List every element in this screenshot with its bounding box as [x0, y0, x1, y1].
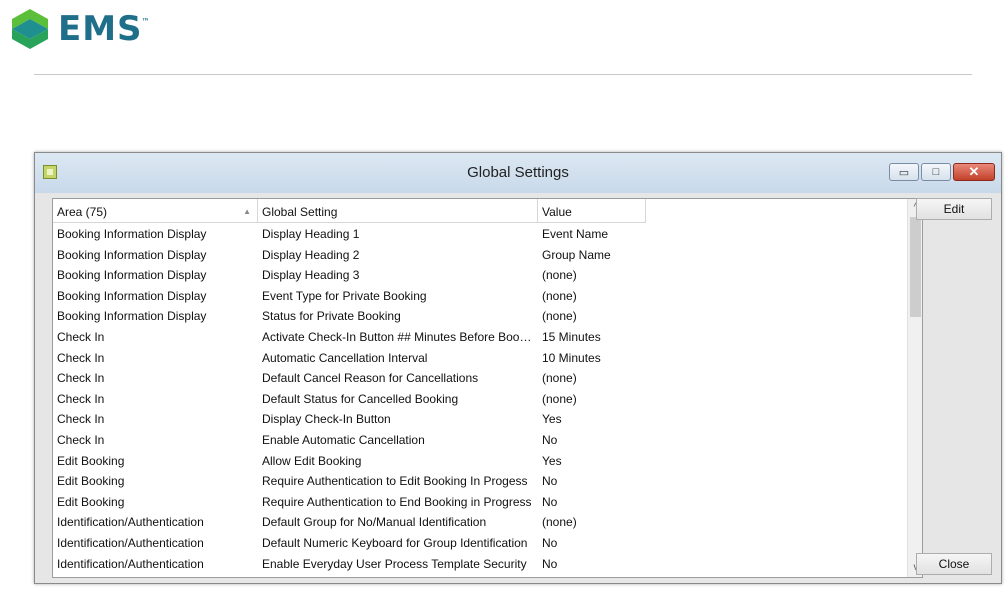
cell-area: Identification/Authentication	[57, 515, 204, 530]
column-header-area-label: Area (75)	[57, 205, 108, 219]
table-row[interactable]: Identification/Authentication Enable Ever…	[53, 553, 646, 574]
column-header-value[interactable]: Value	[538, 199, 646, 223]
cell-value: No	[542, 432, 558, 447]
window-title: Global Settings	[467, 164, 569, 181]
window-controls: ▭ □ ✕	[889, 163, 995, 181]
cell-value: Event Name	[542, 227, 609, 241]
cell-setting: Display Heading 2	[262, 247, 360, 262]
cell-setting: Default Numeric Keyboard for Group Ident…	[262, 535, 528, 550]
cell-area: Check In	[57, 329, 105, 344]
cell-area: Check In	[57, 432, 105, 447]
cell-area: Edit Booking	[57, 494, 125, 509]
minimize-button[interactable]: ▭	[889, 163, 919, 181]
cell-setting: Enable Everyday User Process Template Se…	[262, 556, 527, 571]
cell-setting: Require Authentication to End Booking in…	[262, 494, 532, 509]
table-row[interactable]: Check In Default Cancel Reason for Cancel…	[53, 367, 646, 388]
cell-setting: Default Status for Cancelled Booking	[262, 391, 459, 406]
sort-ascending-icon: ▲	[243, 207, 251, 216]
table-row[interactable]: Check In Activate Check-In Button ## Minu…	[53, 326, 646, 347]
table-row[interactable]: Booking Information Display Display Headi…	[53, 264, 646, 285]
cell-area: Booking Information Display	[57, 247, 207, 262]
table-row[interactable]: Check In Display Check-In Button Yes	[53, 408, 646, 429]
cell-value: Yes	[542, 412, 562, 427]
table-row[interactable]: Check In Automatic Cancellation Interval 1…	[53, 347, 646, 368]
table-row[interactable]: Booking Information Display Status for Pr…	[53, 305, 646, 326]
cell-setting: Allow Edit Booking	[262, 453, 362, 468]
table-row[interactable]: Edit Booking Require Authentication to En…	[53, 491, 646, 512]
global-settings-window: Global Settings ▭ □ ✕ Area (75) ▲ Global…	[34, 152, 1002, 584]
table-row[interactable]: Booking Information Display Event Type fo…	[53, 285, 646, 306]
restore-button[interactable]: □	[921, 163, 951, 181]
cell-setting: Require Authentication to Edit Booking I…	[262, 474, 528, 489]
cell-area: Edit Booking	[57, 474, 125, 489]
table-row[interactable]: Check In Default Status for Cancelled Boo…	[53, 388, 646, 409]
cell-area: Check In	[57, 391, 105, 406]
trademark: ™	[141, 17, 151, 26]
scroll-thumb[interactable]	[910, 217, 921, 317]
grid-header: Area (75) ▲ Global Setting Value	[53, 199, 646, 223]
table-row[interactable]: Identification/Authentication Default Gro…	[53, 511, 646, 532]
cell-area: Identification/Authentication	[57, 535, 204, 550]
edit-button[interactable]: Edit	[916, 198, 992, 220]
cell-area: Booking Information Display	[57, 288, 207, 303]
cell-value: (none)	[542, 371, 577, 386]
cell-area: Check In	[57, 412, 105, 427]
cell-area: Check In	[57, 371, 105, 386]
cell-value: (none)	[542, 268, 577, 283]
cell-area: Edit Booking	[57, 453, 125, 468]
column-header-setting[interactable]: Global Setting	[258, 199, 538, 223]
cell-value: No	[542, 535, 558, 550]
cell-value: 10 Minutes	[542, 350, 601, 365]
ems-logo-icon	[12, 9, 48, 49]
cell-area: Booking Information Display	[57, 227, 207, 241]
settings-grid: Area (75) ▲ Global Setting Value Booking…	[52, 198, 923, 578]
cell-value: Yes	[542, 453, 562, 468]
cell-setting: Default Cancel Reason for Cancellations	[262, 371, 479, 386]
close-button[interactable]: Close	[916, 553, 992, 575]
page-divider	[34, 74, 972, 75]
cell-setting: Display Heading 1	[262, 227, 360, 241]
table-row[interactable]: Edit Booking Allow Edit Booking Yes	[53, 450, 646, 471]
cell-value: Group Name	[542, 247, 611, 262]
cell-value: (none)	[542, 288, 577, 303]
table-row[interactable]: Booking Information Display Display Headi…	[53, 223, 646, 244]
cell-value: No	[542, 556, 558, 571]
grid-rows: Booking Information Display Display Headi…	[53, 223, 646, 573]
cell-setting: Default Group for No/Manual Identificati…	[262, 515, 487, 530]
cell-value: 15 Minutes	[542, 329, 601, 344]
cell-setting: Automatic Cancellation Interval	[262, 350, 428, 365]
brand-name: EMS ™	[58, 9, 151, 49]
cell-setting: Status for Private Booking	[262, 309, 401, 324]
cell-value: (none)	[542, 391, 577, 406]
ems-logo: EMS ™	[8, 4, 151, 54]
cell-setting: Enable Automatic Cancellation	[262, 432, 425, 447]
table-row[interactable]: Identification/Authentication Default Num…	[53, 532, 646, 553]
cell-area: Booking Information Display	[57, 309, 207, 324]
cell-value: (none)	[542, 309, 577, 324]
cell-setting: Activate Check-In Button ## Minutes Befo…	[262, 329, 538, 344]
cell-setting: Display Heading 3	[262, 268, 360, 283]
vertical-scrollbar[interactable]: ^ v	[907, 199, 922, 577]
close-window-button[interactable]: ✕	[953, 163, 995, 181]
cell-area: Identification/Authentication	[57, 556, 204, 571]
table-row[interactable]: Check In Enable Automatic Cancellation No	[53, 429, 646, 450]
cell-setting: Display Check-In Button	[262, 412, 391, 427]
cell-value: No	[542, 474, 558, 489]
table-row[interactable]: Edit Booking Require Authentication to Ed…	[53, 470, 646, 491]
cell-area: Check In	[57, 350, 105, 365]
cell-setting: Event Type for Private Booking	[262, 288, 427, 303]
cell-value: No	[542, 494, 558, 509]
cell-area: Booking Information Display	[57, 268, 207, 283]
title-bar[interactable]: Global Settings ▭ □ ✕	[35, 153, 1001, 193]
cell-value: (none)	[542, 515, 577, 530]
column-header-area[interactable]: Area (75) ▲	[53, 199, 258, 223]
table-row[interactable]: Booking Information Display Display Headi…	[53, 244, 646, 265]
